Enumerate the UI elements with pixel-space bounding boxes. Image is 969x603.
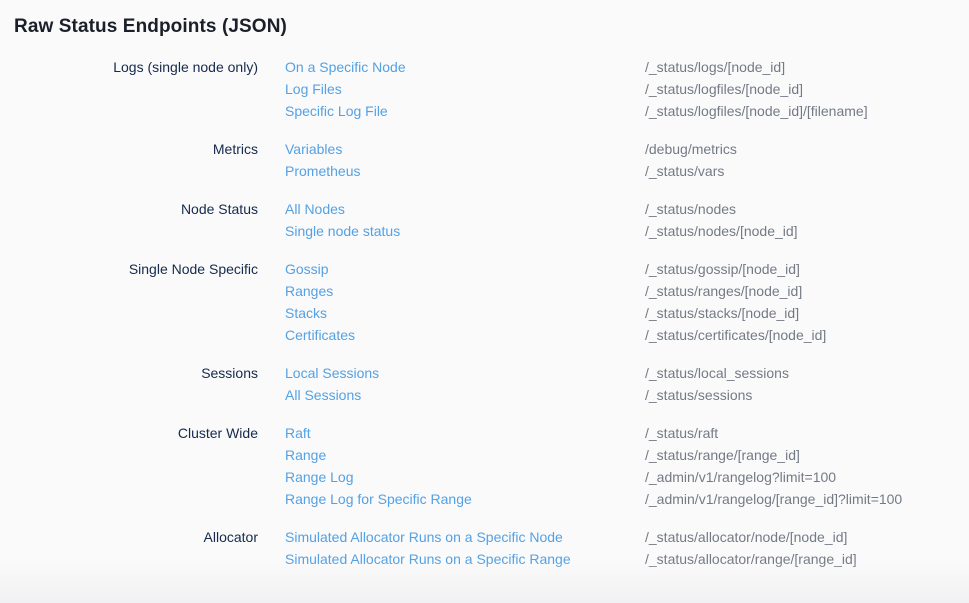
endpoint-path: /_admin/v1/rangelog?limit=100 [645,466,969,488]
endpoint-section: Metrics Variables /debug/metrics Prometh… [14,138,969,182]
endpoint-link[interactable]: Stacks [285,302,327,324]
endpoint-rows: On a Specific Node /_status/logs/[node_i… [285,56,969,122]
endpoint-link[interactable]: Local Sessions [285,362,379,384]
endpoint-path: /_status/logfiles/[node_id]/[filename] [645,100,969,122]
endpoint-link[interactable]: Prometheus [285,160,360,182]
endpoint-path: /_status/allocator/range/[range_id] [645,548,969,570]
endpoint-link[interactable]: Specific Log File [285,100,388,122]
endpoint-path: /_status/sessions [645,384,969,406]
endpoint-path: /_status/stacks/[node_id] [645,302,969,324]
endpoint-link[interactable]: Ranges [285,280,333,302]
endpoint-path: /_status/certificates/[node_id] [645,324,969,346]
section-category-label: Metrics [14,138,258,182]
section-category-label: Cluster Wide [14,422,258,510]
endpoint-rows: All Nodes /_status/nodes Single node sta… [285,198,969,242]
section-category-label: Logs (single node only) [14,56,258,122]
endpoint-rows: Simulated Allocator Runs on a Specific N… [285,526,969,570]
endpoint-link[interactable]: Certificates [285,324,355,346]
endpoint-link[interactable]: Log Files [285,78,342,100]
endpoint-path: /_status/logfiles/[node_id] [645,78,969,100]
endpoint-path: /_status/nodes [645,198,969,220]
endpoint-link[interactable]: Range Log for Specific Range [285,488,472,510]
section-category-label: Allocator [14,526,258,570]
section-category-label: Sessions [14,362,258,406]
endpoint-path: /_status/local_sessions [645,362,969,384]
endpoint-path: /_status/ranges/[node_id] [645,280,969,302]
endpoint-section: Cluster Wide Raft /_status/raft Range /_… [14,422,969,510]
endpoint-path: /_status/nodes/[node_id] [645,220,969,242]
endpoint-path: /debug/metrics [645,138,969,160]
endpoint-link[interactable]: Gossip [285,258,329,280]
section-category-label: Node Status [14,198,258,242]
endpoint-section: Sessions Local Sessions /_status/local_s… [14,362,969,406]
endpoint-link[interactable]: On a Specific Node [285,56,406,78]
endpoint-link[interactable]: Variables [285,138,342,160]
endpoint-path: /_status/vars [645,160,969,182]
debug-endpoints-page: Raw Status Endpoints (JSON) Logs (single… [0,0,969,570]
endpoint-section: Single Node Specific Gossip /_status/gos… [14,258,969,346]
endpoint-link[interactable]: Single node status [285,220,400,242]
page-title: Raw Status Endpoints (JSON) [14,14,969,40]
endpoint-section: Logs (single node only) On a Specific No… [14,56,969,122]
endpoint-link[interactable]: All Nodes [285,198,345,220]
endpoint-link[interactable]: Range Log [285,466,354,488]
endpoint-path: /_status/allocator/node/[node_id] [645,526,969,548]
endpoint-path: /_admin/v1/rangelog/[range_id]?limit=100 [645,488,969,510]
endpoints-table: Logs (single node only) On a Specific No… [14,56,969,570]
section-category-label: Single Node Specific [14,258,258,346]
endpoint-path: /_status/raft [645,422,969,444]
endpoint-rows: Variables /debug/metrics Prometheus /_st… [285,138,969,182]
endpoint-link[interactable]: Simulated Allocator Runs on a Specific R… [285,548,571,570]
endpoint-link[interactable]: All Sessions [285,384,361,406]
endpoint-link[interactable]: Raft [285,422,311,444]
endpoint-path: /_status/range/[range_id] [645,444,969,466]
endpoint-rows: Raft /_status/raft Range /_status/range/… [285,422,969,510]
endpoint-section: Node Status All Nodes /_status/nodes Sin… [14,198,969,242]
endpoint-link[interactable]: Simulated Allocator Runs on a Specific N… [285,526,563,548]
endpoint-rows: Local Sessions /_status/local_sessions A… [285,362,969,406]
endpoint-path: /_status/logs/[node_id] [645,56,969,78]
endpoint-section: Allocator Simulated Allocator Runs on a … [14,526,969,570]
endpoint-path: /_status/gossip/[node_id] [645,258,969,280]
endpoint-link[interactable]: Range [285,444,326,466]
endpoint-rows: Gossip /_status/gossip/[node_id] Ranges … [285,258,969,346]
